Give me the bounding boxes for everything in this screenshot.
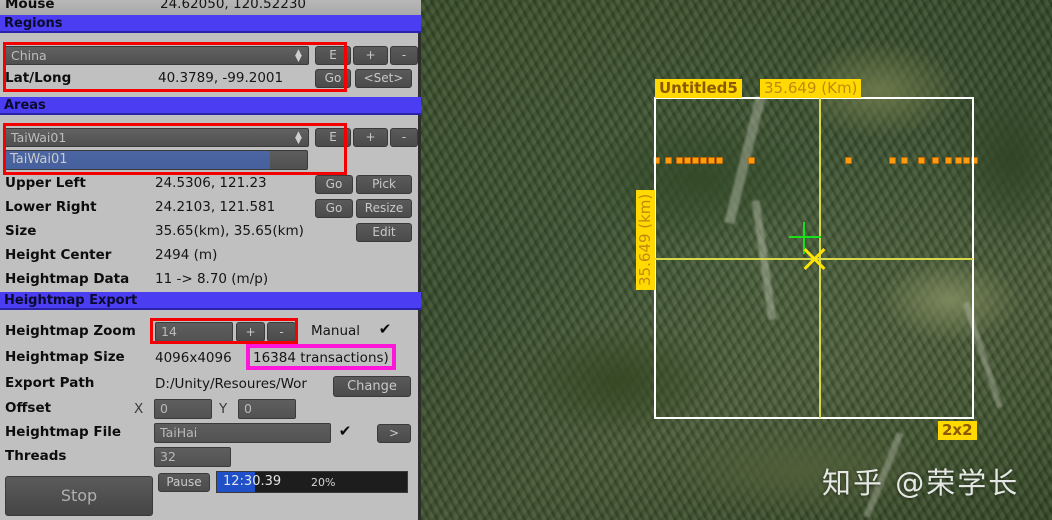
upper-left-go-button[interactable]: Go xyxy=(315,175,353,194)
center-x-marker-icon xyxy=(802,246,828,272)
heightmap-zoom-minus-button[interactable]: - xyxy=(267,322,296,342)
heightmap-data-label: Heightmap Data xyxy=(5,271,130,287)
latlong-label: Lat/Long xyxy=(5,70,72,86)
export-path-change-button[interactable]: Change xyxy=(333,376,411,397)
map-width-label: 35.649 (Km) xyxy=(760,79,862,98)
heightmap-file-row: Heightmap File TaiHai ✔ > xyxy=(0,421,421,445)
areas-selector-row: TaiWai01 ▲ ▼ E + - xyxy=(0,126,421,150)
region-dropdown[interactable]: China ▲ ▼ xyxy=(4,46,309,65)
height-center-label: Height Center xyxy=(5,247,112,263)
heightmap-zoom-label: Heightmap Zoom xyxy=(5,323,136,339)
lower-right-value: 24.2103, 121.581 xyxy=(155,199,276,215)
manual-checkbox[interactable]: ✔ xyxy=(377,322,393,338)
export-progress-bar: 12:30.39 20% xyxy=(216,471,408,493)
region-add-button[interactable]: + xyxy=(353,46,388,65)
heightmap-zoom-row: Heightmap Zoom 14 + - Manual ✔ xyxy=(0,320,421,344)
offset-y-label: Y xyxy=(219,401,228,417)
offset-x-input[interactable]: 0 xyxy=(154,399,212,419)
height-center-row: Height Center 2494 (m) xyxy=(0,244,421,268)
area-edit-button[interactable]: E xyxy=(315,128,351,147)
progress-elapsed-time: 12:30.39 xyxy=(223,474,282,489)
pause-button[interactable]: Pause xyxy=(158,473,210,492)
size-edit-button[interactable]: Edit xyxy=(356,223,412,242)
area-name-input[interactable]: TaiWai01 xyxy=(4,150,308,170)
threads-input[interactable]: 32 xyxy=(154,447,231,467)
mouse-value: 24.62050, 120.52230 xyxy=(160,0,307,12)
heightmap-size-label: Heightmap Size xyxy=(5,349,125,365)
threads-label: Threads xyxy=(5,448,67,464)
lower-right-label: Lower Right xyxy=(5,199,97,215)
export-path-row: Export Path D:/Unity/Resoures/Wor Change xyxy=(0,372,421,397)
area-dropdown-value: TaiWai01 xyxy=(11,130,67,145)
area-remove-button[interactable]: - xyxy=(390,128,418,147)
offset-label: Offset xyxy=(5,400,52,416)
lower-right-resize-button[interactable]: Resize xyxy=(356,199,412,218)
latlong-go-button[interactable]: Go xyxy=(315,69,351,88)
heightmap-zoom-input[interactable]: 14 xyxy=(155,322,233,342)
offset-x-label: X xyxy=(134,401,144,417)
latlong-row: Lat/Long 40.3789, -99.2001 Go <Set> xyxy=(0,67,421,91)
watermark: 知乎 @荣学长 xyxy=(822,466,1020,500)
size-row: Size 35.65(km), 35.65(km) Edit xyxy=(0,220,421,244)
map-height-label: 35.649 (km) xyxy=(636,189,655,290)
map-area-name-label: Untitled5 xyxy=(655,79,742,98)
upper-left-label: Upper Left xyxy=(5,175,86,191)
progress-percent: 20% xyxy=(311,476,336,489)
chevron-down-icon: ▲ ▼ xyxy=(295,48,302,64)
latlong-set-button[interactable]: <Set> xyxy=(355,69,412,88)
area-name-row: TaiWai01 xyxy=(0,149,421,173)
region-edit-button[interactable]: E xyxy=(315,46,351,65)
threads-row: Threads 32 xyxy=(0,445,421,469)
control-panel: Mouse 24.62050, 120.52230 Regions China … xyxy=(0,0,421,520)
section-header-regions: Regions xyxy=(0,15,421,33)
latlong-value: 40.3789, -99.2001 xyxy=(158,70,284,86)
heightmap-data-row: Heightmap Data 11 -> 8.70 (m/p) xyxy=(0,268,421,292)
heightmap-transactions-value: 16384 transactions) xyxy=(253,350,389,366)
area-dropdown[interactable]: TaiWai01 ▲ ▼ xyxy=(4,128,309,147)
heightmap-file-browse-button[interactable]: > xyxy=(377,424,411,443)
section-header-heightmap-export: Heightmap Export xyxy=(0,292,421,310)
heightmap-file-label: Heightmap File xyxy=(5,424,121,440)
area-add-button[interactable]: + xyxy=(353,128,388,147)
section-header-areas: Areas xyxy=(0,97,421,115)
size-value: 35.65(km), 35.65(km) xyxy=(155,223,304,239)
region-remove-button[interactable]: - xyxy=(390,46,418,65)
upper-left-value: 24.5306, 121.23 xyxy=(155,175,267,191)
heightmap-file-checkbox[interactable]: ✔ xyxy=(337,424,353,440)
heightmap-data-value: 11 -> 8.70 (m/p) xyxy=(155,271,269,287)
upper-left-pick-button[interactable]: Pick xyxy=(356,175,412,194)
export-path-label: Export Path xyxy=(5,375,95,391)
area-name-input-value: TaiWai01 xyxy=(10,152,68,167)
lower-right-go-button[interactable]: Go xyxy=(315,199,353,218)
size-label: Size xyxy=(5,223,37,239)
stop-button[interactable]: Stop xyxy=(5,476,153,516)
mouse-row: Mouse 24.62050, 120.52230 xyxy=(0,0,421,15)
height-center-value: 2494 (m) xyxy=(155,247,218,263)
upper-left-row: Upper Left 24.5306, 121.23 Go Pick xyxy=(0,172,421,196)
green-crosshair-icon xyxy=(789,236,821,238)
heightmap-size-value: 4096x4096 xyxy=(155,350,232,366)
region-dropdown-value: China xyxy=(11,48,47,63)
heightmap-size-row: Heightmap Size 4096x4096 16384 transacti… xyxy=(0,346,421,370)
chevron-down-icon: ▲ ▼ xyxy=(295,130,302,146)
offset-row: Offset X 0 Y 0 xyxy=(0,397,421,421)
offset-y-input[interactable]: 0 xyxy=(238,399,296,419)
mouse-label: Mouse xyxy=(5,0,55,12)
heightmap-file-input[interactable]: TaiHai xyxy=(154,423,331,443)
manual-label: Manual xyxy=(311,323,361,339)
lower-right-row: Lower Right 24.2103, 121.581 Go Resize xyxy=(0,196,421,220)
map-tile-count-label: 2x2 xyxy=(938,421,977,440)
heightmap-zoom-plus-button[interactable]: + xyxy=(236,322,265,342)
export-path-value: D:/Unity/Resoures/Wor xyxy=(155,376,307,392)
app-root: Untitled5 35.649 (Km) 35.649 (km) 2x2 知乎… xyxy=(0,0,1052,520)
regions-selector-row: China ▲ ▼ E + - xyxy=(0,44,421,68)
